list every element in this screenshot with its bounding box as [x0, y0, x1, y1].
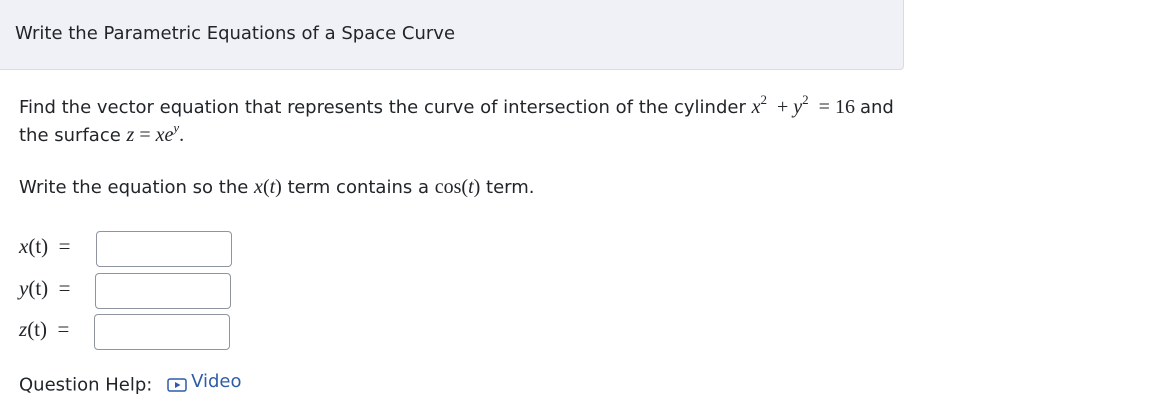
question-title-bar: Write the Parametric Equations of a Spac…	[0, 0, 904, 70]
prompt-and: and	[859, 97, 894, 118]
y-t-label: y(t) =	[19, 276, 71, 300]
cylinder-equation: x2 + y2 = 16	[751, 92, 855, 118]
question-instruction: Write the equation so the x(t) term cont…	[19, 176, 535, 198]
z-t-label: z(t) =	[19, 317, 70, 341]
question-title: Write the Parametric Equations of a Spac…	[15, 23, 456, 44]
question-prompt-line2: the surface z = xey.	[19, 120, 185, 147]
question-prompt-line1: Find the vector equation that represents…	[19, 92, 894, 119]
instruction-cos: cos(t)	[434, 176, 481, 198]
prompt-text: Find the vector equation that represents…	[19, 97, 746, 118]
question-help-label: Question Help:	[19, 374, 153, 396]
video-link-label[interactable]: Video	[191, 371, 241, 392]
x-t-label: x(t) =	[19, 234, 71, 258]
surface-equation: z = xey.	[126, 120, 185, 146]
prompt-line2-text: the surface	[19, 125, 121, 146]
video-help-link[interactable]: Video	[158, 371, 242, 392]
x-t-answer-input[interactable]	[96, 231, 232, 267]
instruction-xt: x(t)	[254, 176, 282, 198]
y-t-answer-input[interactable]	[95, 273, 231, 309]
play-video-icon	[167, 376, 187, 392]
z-t-answer-input[interactable]	[94, 314, 230, 350]
question-help: Question Help: Video	[19, 371, 242, 396]
